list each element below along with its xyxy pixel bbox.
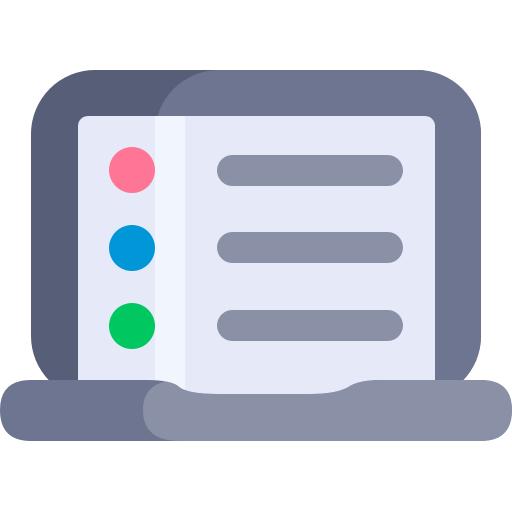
list (109, 147, 403, 349)
green-dot-icon (109, 303, 155, 349)
laptop-list-icon (0, 0, 512, 512)
laptop-list-illustration (0, 70, 512, 441)
screen-highlight (155, 116, 185, 396)
list-line-3 (217, 310, 403, 341)
list-line-1 (217, 155, 403, 186)
blue-dot-icon (109, 225, 155, 271)
list-line-2 (217, 232, 403, 263)
pink-dot-icon (109, 147, 155, 193)
